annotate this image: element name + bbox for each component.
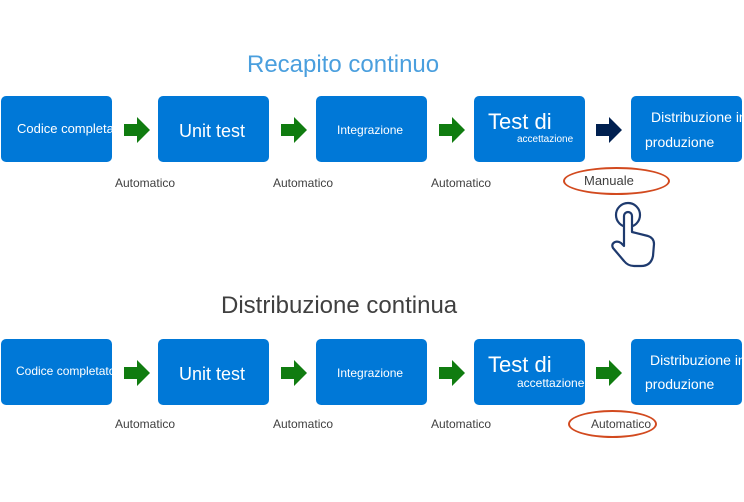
step-label: Codice completato bbox=[17, 121, 112, 136]
step-code-complete: Codice completato bbox=[1, 339, 112, 405]
transition-label: Automatico bbox=[273, 176, 334, 190]
transition-label: Automatico bbox=[115, 176, 176, 190]
arrow-right-icon bbox=[439, 360, 465, 386]
step-integration: Integrazione bbox=[316, 96, 427, 162]
step-label: Integrazione bbox=[337, 366, 404, 380]
step-label: Test di bbox=[488, 352, 552, 377]
arrow-right-icon bbox=[124, 117, 150, 143]
step-deploy-production: Distribuzione in produzione bbox=[631, 339, 742, 405]
transition-label: Automatico bbox=[273, 417, 334, 431]
step-integration: Integrazione bbox=[316, 339, 427, 405]
transition-label-manual: Manuale bbox=[584, 173, 634, 188]
hand-pointer-icon bbox=[611, 201, 656, 268]
step-label: Codice completato bbox=[16, 364, 112, 378]
arrow-right-icon bbox=[596, 117, 622, 143]
transition-label: Automatico bbox=[431, 176, 492, 190]
step-sublabel: accettazione bbox=[517, 376, 585, 390]
step-label: Integrazione bbox=[337, 123, 404, 137]
step-label: Unit test bbox=[179, 364, 246, 384]
title-continuous-deployment: Distribuzione continua bbox=[221, 292, 458, 319]
step-label: Unit test bbox=[179, 121, 246, 141]
step-deploy-production: Distribuzione in produzione bbox=[631, 96, 742, 162]
step-label: Test di bbox=[488, 109, 552, 134]
step-code-complete: Codice completato bbox=[1, 96, 112, 162]
transition-label-automatic: Automatico bbox=[591, 417, 652, 431]
step-unit-test: Unit test bbox=[158, 339, 269, 405]
transition-label: Automatico bbox=[431, 417, 492, 431]
arrow-right-icon bbox=[596, 360, 622, 386]
arrow-right-icon bbox=[281, 360, 307, 386]
step-acceptance-test: Test di accettazione bbox=[474, 339, 585, 405]
arrow-right-icon bbox=[281, 117, 307, 143]
step-sublabel: produzione bbox=[645, 376, 715, 392]
step-unit-test: Unit test bbox=[158, 96, 269, 162]
step-label: Distribuzione in bbox=[651, 109, 742, 125]
arrow-right-icon bbox=[124, 360, 150, 386]
arrow-right-icon bbox=[439, 117, 465, 143]
transition-label: Automatico bbox=[115, 417, 176, 431]
step-acceptance-test: Test di accettazione bbox=[474, 96, 585, 162]
title-continuous-delivery: Recapito continuo bbox=[247, 51, 440, 78]
step-sublabel: produzione bbox=[645, 134, 715, 150]
step-sublabel: accettazione bbox=[517, 134, 574, 145]
step-label: Distribuzione in bbox=[650, 352, 742, 368]
